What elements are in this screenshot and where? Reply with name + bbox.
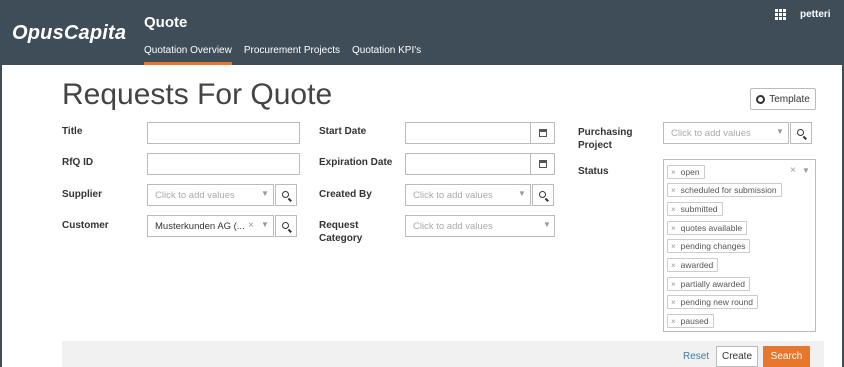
search-icon bbox=[281, 190, 289, 198]
request-category-label-line2: Category bbox=[319, 233, 363, 244]
nav-tabs: Quotation Overview Procurement Projects … bbox=[144, 45, 421, 65]
top-bar: OpusCapita Quote Quotation Overview Proc… bbox=[2, 0, 842, 65]
expiration-date-label: Expiration Date bbox=[319, 157, 393, 168]
calendar-icon bbox=[538, 129, 547, 137]
expiration-date-input[interactable] bbox=[405, 153, 555, 175]
template-button[interactable]: Template bbox=[750, 88, 816, 110]
chip-label: scheduled for submission bbox=[680, 185, 777, 195]
chevron-down-icon[interactable]: ▼ bbox=[776, 127, 784, 136]
chip-label: submitted bbox=[680, 204, 718, 214]
search-button[interactable]: Search bbox=[763, 346, 810, 367]
chip-label: quotes available bbox=[680, 223, 743, 233]
purchasing-project-label-line2: Project bbox=[578, 140, 612, 151]
app-window: OpusCapita Quote Quotation Overview Proc… bbox=[0, 0, 844, 367]
chip-label: paused bbox=[680, 316, 709, 326]
rfq-id-label: RfQ ID bbox=[62, 157, 94, 168]
request-category-label-line1: Request bbox=[319, 220, 359, 231]
reset-link[interactable]: Reset bbox=[683, 351, 709, 362]
search-icon bbox=[281, 221, 289, 229]
created-by-select[interactable]: Click to add values ▼ bbox=[405, 184, 531, 206]
purchasing-project-placeholder: Click to add values bbox=[671, 128, 751, 139]
circle-icon bbox=[756, 94, 766, 104]
tab-procurement-projects[interactable]: Procurement Projects bbox=[244, 45, 340, 65]
status-chip: × open bbox=[667, 165, 705, 179]
chevron-down-icon[interactable]: ▼ bbox=[543, 220, 551, 229]
template-button-label: Template bbox=[769, 93, 810, 105]
tab-quotation-kpis[interactable]: Quotation KPI's bbox=[352, 45, 421, 65]
purchasing-project-label-line1: Purchasing bbox=[578, 127, 633, 138]
created-by-search-button[interactable] bbox=[532, 184, 554, 206]
supplier-search-button[interactable] bbox=[275, 184, 297, 206]
chevron-down-icon[interactable]: ▼ bbox=[261, 189, 269, 198]
chip-label: awarded bbox=[680, 260, 714, 270]
status-label: Status bbox=[578, 166, 609, 177]
title-label: Title bbox=[62, 126, 83, 137]
chip-label: partially awarded bbox=[680, 279, 745, 289]
rfq-id-input[interactable] bbox=[147, 153, 300, 175]
chevron-down-icon[interactable]: ▼ bbox=[261, 220, 269, 229]
close-icon[interactable]: × bbox=[671, 317, 676, 326]
purchasing-project-label: Purchasing Project bbox=[578, 126, 632, 152]
app-title: Quote bbox=[144, 14, 188, 31]
close-icon[interactable]: × bbox=[790, 165, 796, 176]
status-chip: × submitted bbox=[667, 202, 723, 216]
status-chip: × pending changes bbox=[667, 239, 751, 253]
supplier-placeholder: Click to add values bbox=[155, 190, 235, 201]
status-chip: × paused bbox=[667, 314, 714, 328]
chip-label: pending changes bbox=[680, 241, 746, 251]
request-category-placeholder: Click to add values bbox=[413, 221, 493, 232]
status-chip: × scheduled for submission bbox=[667, 183, 782, 197]
customer-value: Musterkunden AG (... bbox=[155, 221, 245, 232]
request-category-label: Request Category bbox=[319, 219, 362, 245]
close-icon[interactable]: × bbox=[671, 224, 676, 233]
start-date-input[interactable] bbox=[405, 122, 555, 144]
status-chip: × partially awarded bbox=[667, 277, 750, 291]
tab-quotation-overview[interactable]: Quotation Overview bbox=[144, 45, 232, 65]
purchasing-project-search-button[interactable] bbox=[790, 122, 812, 144]
calendar-icon bbox=[538, 160, 547, 168]
status-chip: × pending new round bbox=[667, 295, 758, 309]
calendar-button[interactable] bbox=[530, 123, 554, 143]
close-icon[interactable]: × bbox=[671, 280, 676, 289]
user-menu[interactable]: petteri bbox=[800, 9, 831, 20]
customer-label: Customer bbox=[62, 220, 109, 231]
status-chip: × awarded bbox=[667, 258, 719, 272]
page-title: Requests For Quote bbox=[62, 78, 333, 111]
customer-search-button[interactable] bbox=[275, 215, 297, 237]
create-button[interactable]: Create bbox=[716, 346, 758, 367]
created-by-label: Created By bbox=[319, 189, 372, 200]
purchasing-project-select[interactable]: Click to add values ▼ bbox=[663, 122, 789, 144]
status-chip: × quotes available bbox=[667, 221, 748, 235]
chip-label: open bbox=[680, 167, 700, 177]
close-icon[interactable]: × bbox=[671, 168, 676, 177]
close-icon[interactable]: × bbox=[671, 242, 676, 251]
close-icon[interactable]: × bbox=[671, 186, 676, 195]
close-icon[interactable]: × bbox=[671, 298, 676, 307]
chevron-down-icon[interactable]: ▼ bbox=[518, 189, 526, 198]
search-icon bbox=[796, 128, 804, 136]
title-input[interactable] bbox=[147, 122, 300, 144]
search-icon bbox=[538, 190, 546, 198]
supplier-label: Supplier bbox=[62, 189, 103, 200]
supplier-select[interactable]: Click to add values ▼ bbox=[147, 184, 274, 206]
chip-label: pending new round bbox=[680, 297, 753, 307]
chevron-down-icon[interactable]: ▼ bbox=[802, 166, 810, 175]
created-by-placeholder: Click to add values bbox=[413, 190, 493, 201]
close-icon[interactable]: × bbox=[671, 205, 676, 214]
apps-grid-icon[interactable] bbox=[775, 9, 786, 20]
logo: OpusCapita bbox=[12, 22, 127, 44]
start-date-label: Start Date bbox=[319, 126, 367, 137]
close-icon[interactable]: × bbox=[671, 261, 676, 270]
close-icon[interactable]: × bbox=[248, 220, 254, 231]
calendar-button[interactable] bbox=[530, 154, 554, 174]
action-bar bbox=[62, 341, 824, 367]
request-category-select[interactable]: Click to add values ▼ bbox=[405, 215, 555, 237]
customer-select[interactable]: Musterkunden AG (... × ▼ bbox=[147, 215, 274, 237]
